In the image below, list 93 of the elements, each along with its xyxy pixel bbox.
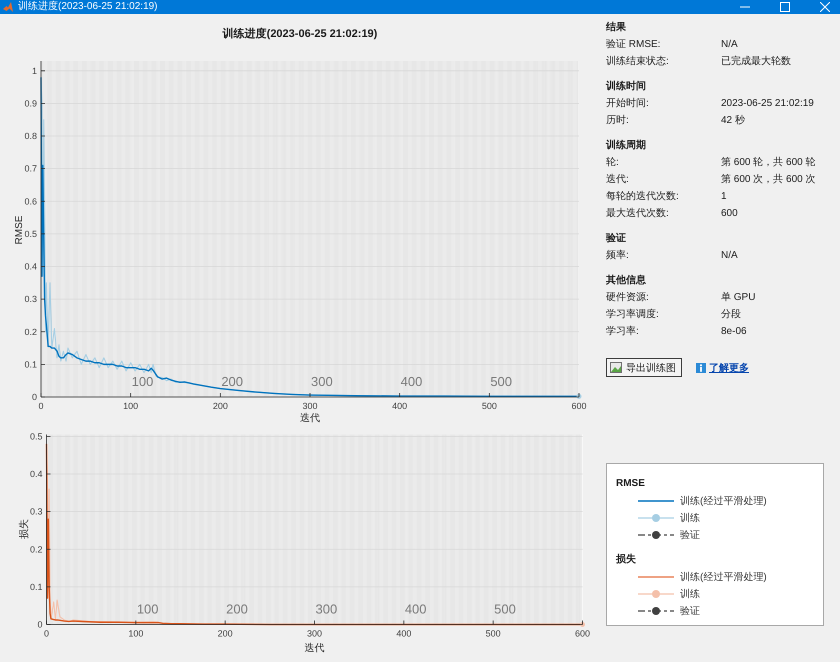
maximize-icon[interactable] — [780, 2, 790, 12]
axis-tick-label: 600 — [571, 401, 587, 411]
section-heading: 验证 — [606, 232, 627, 246]
epoch-label: 100 — [136, 602, 159, 616]
legend-label: 验证 — [680, 528, 700, 542]
section-heading: 结果 — [606, 20, 627, 34]
epoch-label: 200 — [226, 602, 248, 616]
field-value: 已完成最大轮数 — [721, 54, 791, 68]
axis-tick-label: 0.3 — [30, 506, 42, 517]
field-value: 单 GPU — [721, 290, 756, 304]
axis-tick-label: 0 — [32, 392, 37, 402]
legend-label: 训练 — [680, 512, 700, 524]
axis-tick-label: 1 — [32, 66, 37, 76]
axis-tick-label: 0 — [44, 628, 49, 638]
axis-tick-label: 0.2 — [24, 326, 37, 337]
field-label: 轮: — [606, 156, 620, 169]
info-icon[interactable] — [696, 362, 706, 372]
axis-tick-label: 0.3 — [24, 294, 37, 304]
axis-tick-label: 0.9 — [24, 98, 37, 108]
axis-tick-label: 0.5 — [24, 228, 37, 239]
axis-tick-label: 100 — [128, 628, 144, 638]
epoch-label: 300 — [316, 602, 338, 616]
axis-title: 迭代 — [304, 643, 324, 654]
axis-tick-label: 400 — [392, 401, 408, 411]
axis-tick-label: 600 — [574, 628, 590, 638]
export-button[interactable]: 导出训练图 — [606, 358, 682, 377]
field-label: 学习率: — [606, 324, 640, 338]
axis-tick-label: 0 — [37, 620, 42, 630]
field-label: 验证 RMSE: — [606, 38, 662, 51]
field-value: 8e-06 — [721, 326, 747, 336]
legend-label: 训练(经过平滑处理) — [680, 494, 767, 508]
field-label: 学习率调度: — [606, 308, 660, 321]
axis-tick-label: 0.6 — [24, 196, 37, 206]
axis-tick-label: 300 — [306, 628, 322, 638]
learn-more-link[interactable]: 了解更多 — [709, 360, 749, 374]
field-label: 最大迭代次数: — [606, 206, 670, 220]
window-title: 训练进度(2023-06-25 21:02:19) — [18, 0, 158, 14]
epoch-label: 200 — [221, 374, 244, 389]
legend-label: 训练 — [680, 588, 700, 600]
axis-tick-label: 0.5 — [30, 431, 42, 442]
section-heading: 训练时间 — [606, 80, 647, 94]
field-label: 硬件资源: — [606, 291, 650, 304]
axis-tick-label: 200 — [218, 628, 233, 638]
field-label: 迭代: — [606, 172, 630, 186]
field-value: N/A — [721, 38, 738, 50]
field-value: N/A — [721, 250, 738, 260]
field-value: 第 600 轮，共 600 轮 — [721, 156, 816, 169]
axis-title: 迭代 — [300, 413, 320, 424]
axis-tick-label: 500 — [486, 628, 501, 638]
field-value: 第 600 次，共 600 次 — [721, 172, 816, 186]
axis-tick-label: 0 — [38, 401, 44, 411]
axis-tick-label: 0.2 — [30, 544, 42, 554]
field-label: 频率: — [606, 248, 630, 262]
field-value: 分段 — [721, 308, 741, 321]
axis-tick-label: 0.1 — [24, 359, 37, 370]
axis-tick-label: 0.7 — [24, 164, 37, 174]
close-icon[interactable] — [820, 2, 830, 12]
epoch-label: 500 — [494, 602, 516, 616]
field-value: 1 — [721, 190, 727, 202]
field-label: 训练结束状态: — [606, 54, 670, 68]
axis-tick-label: 100 — [123, 401, 138, 411]
epoch-label: 400 — [400, 374, 422, 389]
chart-title: 训练进度(2023-06-25 21:02:19) — [222, 28, 378, 40]
epoch-label: 300 — [311, 374, 333, 389]
field-label: 每轮的迭代次数: — [606, 190, 680, 203]
axis-tick-label: 500 — [482, 401, 497, 411]
axis-tick-label: 300 — [302, 401, 318, 411]
legend-heading: 损失 — [616, 552, 637, 567]
section-heading: 训练周期 — [606, 138, 647, 152]
axis-title: RMSE — [14, 216, 25, 244]
field-value: 2023-06-25 21:02:19 — [721, 98, 814, 108]
logo-icon — [3, 2, 13, 12]
axis-title: 损失 — [19, 519, 30, 539]
axis-tick-label: 0.1 — [30, 582, 42, 592]
field-label: 开始时间: — [606, 96, 650, 110]
axis-tick-label: 200 — [212, 401, 228, 411]
legend-label: 验证 — [680, 604, 700, 618]
legend-label: 训练(经过平滑处理) — [680, 570, 767, 584]
picture-icon — [610, 362, 622, 373]
axis-tick-label: 0.4 — [30, 469, 42, 479]
point-marker-icon — [580, 622, 585, 627]
point-marker-icon — [576, 394, 582, 399]
field-label: 历时: — [606, 114, 630, 127]
epoch-label: 500 — [490, 374, 512, 389]
epoch-label: 100 — [132, 374, 154, 389]
axis-tick-label: 400 — [396, 628, 412, 638]
field-value: 42 秒 — [721, 114, 745, 127]
legend-heading: RMSE — [616, 477, 646, 491]
field-value: 600 — [721, 208, 738, 218]
epoch-label: 400 — [404, 602, 427, 616]
axis-tick-label: 0.4 — [24, 262, 37, 272]
axis-tick-label: 0.8 — [24, 131, 37, 142]
section-heading: 其他信息 — [606, 274, 647, 288]
